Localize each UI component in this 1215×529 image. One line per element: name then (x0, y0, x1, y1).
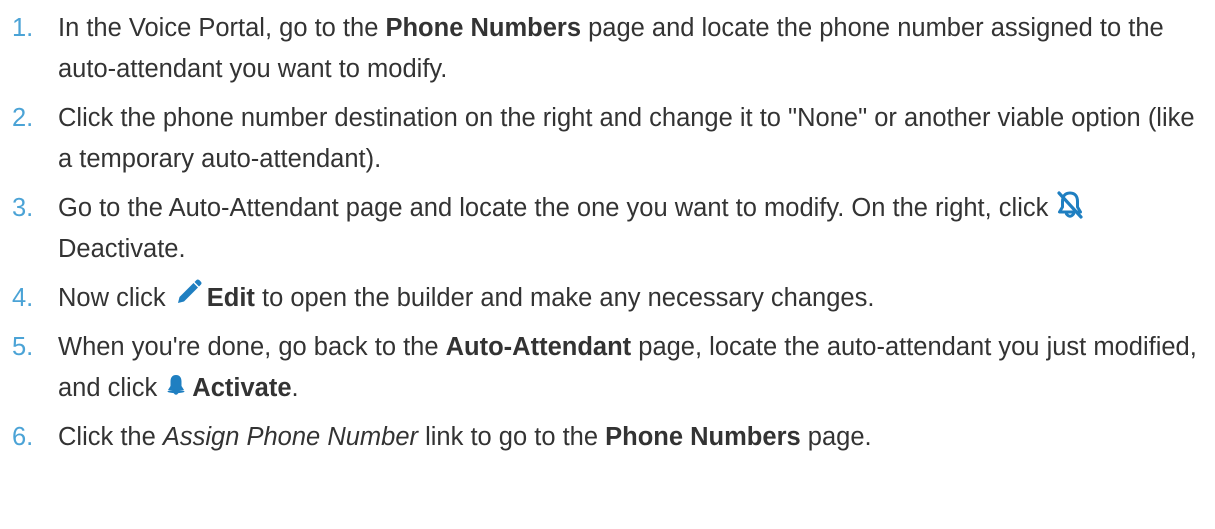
pencil-icon (173, 278, 203, 308)
step-1: 1. In the Voice Portal, go to the Phone … (0, 8, 1215, 90)
step-number: 2. (12, 104, 34, 132)
step-number: 6. (12, 423, 34, 451)
step-text: When you're done, go back to the (58, 333, 446, 361)
step-number: 1. (12, 14, 34, 42)
step-4: 4. Now click Edit to open the builder an… (0, 278, 1215, 319)
step-3: 3. Go to the Auto-Attendant page and loc… (0, 188, 1215, 270)
step-text: . (178, 235, 186, 263)
activate-label: Activate (192, 374, 292, 402)
phone-numbers-label: Phone Numbers (385, 14, 582, 42)
step-number: 5. (12, 333, 34, 361)
assign-phone-number-link[interactable]: Assign Phone Number (163, 423, 418, 451)
step-text: In the Voice Portal, go to the (58, 14, 386, 42)
step-text: Click the (58, 423, 163, 451)
step-text: Go to the Auto-Attendant page and locate… (58, 194, 1056, 222)
step-5: 5. When you're done, go back to the Auto… (0, 327, 1215, 409)
activate-icon (164, 373, 188, 397)
step-text: to open the builder and make any necessa… (254, 284, 875, 312)
step-text: . (291, 374, 299, 402)
step-2: 2. Click the phone number destination on… (0, 98, 1215, 180)
deactivate-label: Deactivate (58, 235, 179, 263)
step-6: 6. Click the Assign Phone Number link to… (0, 417, 1215, 458)
phone-numbers-label: Phone Numbers (605, 423, 801, 451)
step-text: Click the phone number destination on th… (58, 104, 1195, 173)
step-text: link to go to the (418, 423, 606, 451)
auto-attendant-label: Auto-Attendant (445, 333, 632, 361)
step-number: 3. (12, 194, 34, 222)
deactivate-icon (1055, 189, 1085, 221)
step-text: page. (800, 423, 872, 451)
edit-label: Edit (206, 284, 255, 312)
instruction-steps: 1. In the Voice Portal, go to the Phone … (0, 0, 1215, 458)
step-text: Now click (58, 284, 173, 312)
step-number: 4. (12, 284, 34, 312)
